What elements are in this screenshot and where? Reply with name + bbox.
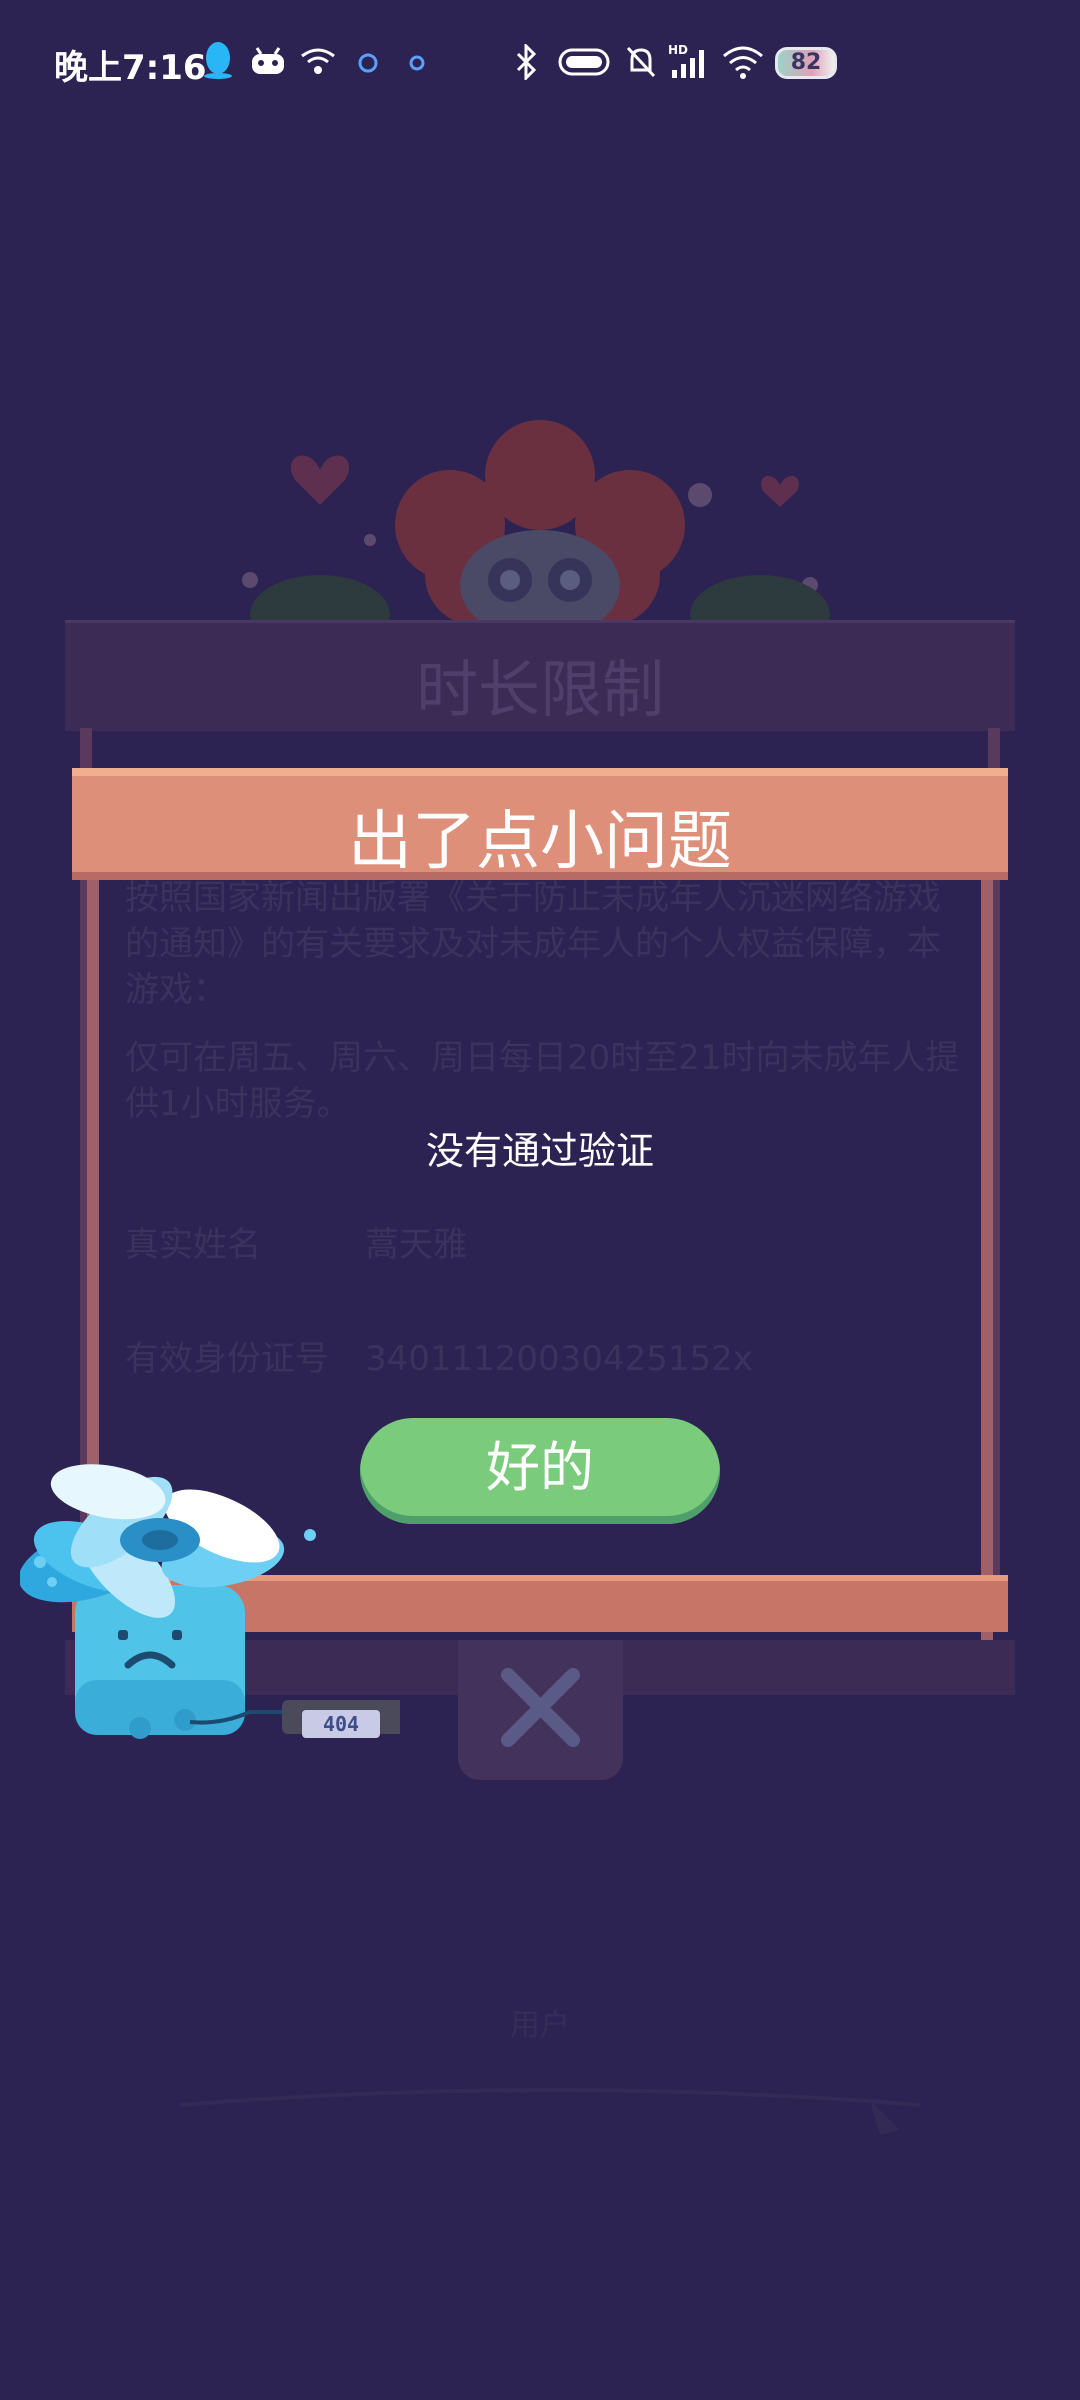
flower-decoration [242, 420, 830, 625]
modal-message: 没有通过验证 [425, 1129, 654, 1173]
modal-header: 出了点小问题 [72, 768, 1008, 880]
usb-404-label: 404 [302, 1710, 380, 1738]
bg-footer-text: 用户 [510, 2008, 570, 2043]
ok-button[interactable]: 好的 [360, 1418, 720, 1524]
modal-title: 出了点小问题 [348, 805, 732, 879]
bg-close-button [458, 1640, 623, 1780]
close-icon [501, 1668, 580, 1747]
bg-banner: 时长限制 [65, 620, 1015, 731]
bg-footer-decoration [180, 2088, 920, 2135]
bg-panel-title: 时长限制 [415, 653, 664, 726]
mascot-404-icon [20, 1464, 400, 1739]
